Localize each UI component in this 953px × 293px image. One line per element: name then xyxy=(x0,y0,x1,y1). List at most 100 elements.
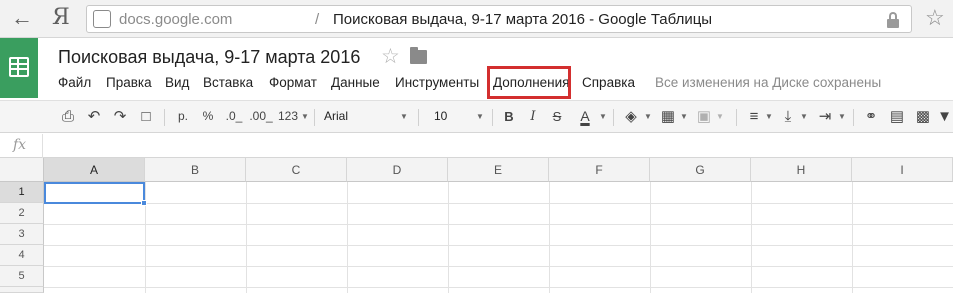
chevron-down-icon: ▼ xyxy=(716,112,724,121)
chevron-down-icon: ▼ xyxy=(301,112,309,121)
insert-chart-icon[interactable]: ▩ xyxy=(912,101,934,132)
text-wrap-icon[interactable]: ⇥ xyxy=(814,101,836,132)
menu-edit[interactable]: Правка xyxy=(106,75,152,90)
column-header-c[interactable]: C xyxy=(246,158,347,182)
currency-format-button[interactable]: р. xyxy=(172,101,194,132)
row-header-1[interactable]: 1 xyxy=(0,182,44,203)
column-header-g[interactable]: G xyxy=(650,158,751,182)
chevron-down-icon: ▼ xyxy=(476,112,484,121)
fill-handle[interactable] xyxy=(141,200,147,206)
print-icon[interactable]: ⎙ xyxy=(58,101,78,132)
menu-insert[interactable]: Вставка xyxy=(203,75,253,90)
lock-icon[interactable] xyxy=(885,12,901,28)
menu-data[interactable]: Данные xyxy=(331,75,380,90)
menu-help[interactable]: Справка xyxy=(582,75,635,90)
font-size-select[interactable]: 10 ▼ xyxy=(434,101,486,132)
formula-divider xyxy=(42,134,43,158)
url-separator: / xyxy=(315,11,320,28)
menu-format[interactable]: Формат xyxy=(269,75,317,90)
increase-decimals-button[interactable]: .00_ xyxy=(248,101,274,132)
grid-line xyxy=(44,224,953,225)
menu-view[interactable]: Вид xyxy=(165,75,189,90)
grid-line xyxy=(751,182,752,293)
redo-icon[interactable]: ↷ xyxy=(110,101,130,132)
chevron-down-icon: ▼ xyxy=(599,112,607,121)
browser-toolbar: ← Я docs.google.com / Поисковая выдача, … xyxy=(0,0,953,38)
select-all-corner[interactable] xyxy=(0,158,44,182)
spreadsheet-grid[interactable]: A B C D E F G H I 1 2 3 4 5 xyxy=(0,158,953,293)
chevron-down-icon: ▼ xyxy=(765,112,773,121)
row-header-2[interactable]: 2 xyxy=(0,203,44,224)
percent-format-button[interactable]: % xyxy=(198,101,218,132)
bold-button[interactable]: B xyxy=(500,101,518,132)
fill-color-icon[interactable]: ◈ xyxy=(620,101,642,132)
row-header-3[interactable]: 3 xyxy=(0,224,44,245)
column-header-i[interactable]: I xyxy=(852,158,953,182)
vertical-align-icon[interactable]: ⤓ xyxy=(778,101,798,132)
arrow-left-icon[interactable]: ← xyxy=(10,6,34,30)
column-header-a[interactable]: A xyxy=(44,158,145,182)
column-header-d[interactable]: D xyxy=(347,158,448,182)
toolbar-divider xyxy=(853,109,854,126)
text-color-button[interactable]: A xyxy=(574,101,596,132)
toolbar-divider xyxy=(492,109,493,126)
insert-comment-icon[interactable]: ▤ xyxy=(886,101,908,132)
toolbar-divider xyxy=(314,109,315,126)
column-header-e[interactable]: E xyxy=(448,158,549,182)
align-left-icon[interactable]: ≡ xyxy=(744,101,764,132)
more-formats-button[interactable]: 123 xyxy=(276,101,300,132)
bookmark-star-icon[interactable]: ☆ xyxy=(925,6,945,30)
address-bar[interactable]: docs.google.com / Поисковая выдача, 9-17… xyxy=(86,5,912,33)
url-page-title: Поисковая выдача, 9-17 марта 2016 - Goog… xyxy=(333,11,713,28)
undo-icon[interactable]: ↶ xyxy=(84,101,104,132)
font-family-value: Arial xyxy=(324,109,349,123)
formula-bar: fx xyxy=(0,134,953,158)
sheets-logo[interactable] xyxy=(0,38,38,98)
formatting-toolbar: ⎙ ↶ ↷ □ р. % .0_ .00_ 123 ▼ Arial ▼ 10 ▼… xyxy=(0,100,953,133)
column-header-b[interactable]: B xyxy=(145,158,246,182)
grid-line xyxy=(44,266,953,267)
yandex-logo[interactable]: Я xyxy=(52,5,70,31)
grid-line xyxy=(44,203,953,204)
grid-line xyxy=(145,182,146,293)
grid-line xyxy=(44,245,953,246)
borders-icon[interactable]: ▦ xyxy=(658,101,678,132)
column-header-h[interactable]: H xyxy=(751,158,852,182)
chevron-down-icon: ▼ xyxy=(800,112,808,121)
grid-line xyxy=(246,182,247,293)
grid-line xyxy=(549,182,550,293)
chevron-down-icon: ▼ xyxy=(838,112,846,121)
merge-cells-icon[interactable]: ▣ xyxy=(694,101,714,132)
row-header-6[interactable] xyxy=(0,287,44,293)
chevron-down-icon: ▼ xyxy=(400,112,408,121)
column-header-f[interactable]: F xyxy=(549,158,650,182)
strikethrough-button[interactable]: S xyxy=(548,101,566,132)
font-family-select[interactable]: Arial ▼ xyxy=(324,101,412,132)
paint-format-icon[interactable]: □ xyxy=(136,101,156,132)
row-header-5[interactable]: 5 xyxy=(0,266,44,287)
folder-icon[interactable] xyxy=(410,47,427,64)
sheets-grid-icon xyxy=(9,57,29,77)
save-status[interactable]: Все изменения на Диске сохранены xyxy=(655,75,881,90)
grid-line xyxy=(44,287,953,288)
decrease-decimals-button[interactable]: .0_ xyxy=(222,101,246,132)
toolbar-divider xyxy=(418,109,419,126)
formula-input[interactable] xyxy=(50,134,950,158)
toolbar-divider xyxy=(613,109,614,126)
page-icon xyxy=(93,10,111,28)
menu-tools[interactable]: Инструменты xyxy=(395,75,479,90)
grid-line xyxy=(448,182,449,293)
grid-line xyxy=(650,182,651,293)
selected-cell-a1[interactable] xyxy=(44,182,147,206)
insert-link-icon[interactable]: ⚭ xyxy=(860,101,882,132)
grid-line xyxy=(852,182,853,293)
row-header-4[interactable]: 4 xyxy=(0,245,44,266)
grid-line xyxy=(347,182,348,293)
filter-icon[interactable]: ▼ xyxy=(936,101,953,132)
star-icon[interactable]: ☆ xyxy=(381,44,400,69)
document-title[interactable]: Поисковая выдача, 9-17 марта 2016 xyxy=(58,47,360,68)
toolbar-divider xyxy=(164,109,165,126)
menu-file[interactable]: Файл xyxy=(58,75,91,90)
chevron-down-icon: ▼ xyxy=(680,112,688,121)
italic-button[interactable]: I xyxy=(524,101,542,132)
